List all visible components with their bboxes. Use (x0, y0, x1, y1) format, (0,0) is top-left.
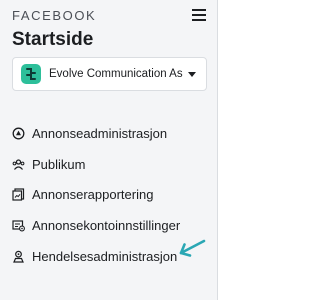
nav-item-audience[interactable]: Publikum (12, 153, 212, 177)
nav-item-label: Hendelsesadministrasjon (32, 249, 178, 264)
account-logo-icon (21, 64, 41, 84)
nav-item-label: Annonserapportering (32, 187, 154, 202)
nav-item-ad-reporting[interactable]: Annonserapportering (12, 183, 212, 207)
account-name: Evolve Communication As (49, 68, 183, 80)
account-selector[interactable]: Evolve Communication As (12, 57, 207, 91)
circle-arrow-icon (12, 127, 25, 140)
nav-item-ads-manager[interactable]: Annonseadministrasjon (12, 122, 212, 146)
page: FACEBOOK Startside Evolve Communication … (0, 0, 300, 300)
hamburger-menu-icon[interactable] (192, 8, 206, 22)
nav-item-label: Annonsekontoinnstillinger (32, 218, 181, 233)
annotation-arrow-icon (179, 239, 206, 257)
nav-item-ad-account-settings[interactable]: Annonsekontoinnstillinger (12, 214, 212, 238)
report-icon (12, 188, 25, 201)
audience-icon (12, 159, 25, 170)
account-settings-icon (12, 220, 25, 232)
nav-item-label: Annonseadministrasjon (32, 126, 168, 141)
nav-item-label: Publikum (32, 157, 86, 172)
chevron-down-icon (188, 72, 196, 77)
events-icon (13, 250, 24, 263)
page-title: Startside (12, 29, 94, 50)
facebook-wordmark: FACEBOOK (12, 8, 97, 23)
